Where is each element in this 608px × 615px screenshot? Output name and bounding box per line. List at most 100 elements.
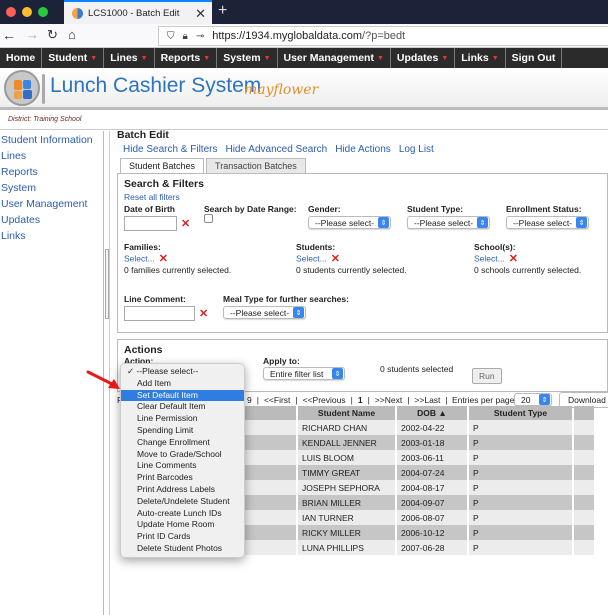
clear-schools-icon[interactable]: ✕ [509, 253, 518, 265]
dob-input[interactable] [124, 216, 177, 231]
extra-cell [574, 420, 594, 435]
sidebar-item-lines[interactable]: Lines [0, 148, 103, 164]
pager: 9 | <<First | <<Previous | 1 | >>Next | >>La… [247, 395, 448, 405]
action-option-spending-limit[interactable]: Spending Limit [121, 425, 244, 437]
students-select-link[interactable]: Select... [296, 253, 327, 263]
url-bar[interactable]: ⛉ 🔒︎ ⊸ https://1934.myglobaldata.com/?p=… [158, 26, 608, 46]
menu-item-user-management[interactable]: User Management ▼ [278, 48, 391, 68]
action-option-add-item[interactable]: Add Item [121, 378, 244, 390]
extra-cell [574, 435, 594, 450]
forward-arrow-icon[interactable]: → [26, 27, 39, 42]
meal-type-label: Meal Type for further searches: [223, 294, 349, 304]
browser-nav-bar: ← → ↻ ⌂ ⛉ 🔒︎ ⊸ https://1934.myglobaldata… [0, 24, 608, 48]
reset-filters-link[interactable]: Reset all filters [124, 192, 180, 202]
menu-item-student[interactable]: Student ▼ [42, 48, 105, 68]
home-icon[interactable]: ⌂ [68, 27, 76, 42]
search-filters-heading: Search & Filters [124, 178, 204, 190]
sidebar-item-student-information[interactable]: Student Information [0, 132, 103, 148]
entries-per-page-label: Entries per page: [452, 395, 517, 405]
menu-item-links[interactable]: Links ▼ [455, 48, 506, 68]
clear-families-icon[interactable]: ✕ [159, 253, 168, 265]
entries-per-page-value: 20 [521, 394, 531, 405]
action-option-delete-student-photos[interactable]: Delete Student Photos [121, 543, 244, 555]
families-status: 0 families currently selected. [124, 265, 232, 275]
action-option-print-barcodes[interactable]: Print Barcodes [121, 472, 244, 484]
action-option-label: Auto-create Lunch IDs [137, 507, 222, 518]
schools-label: School(s): [474, 242, 516, 252]
menu-item-updates[interactable]: Updates ▼ [391, 48, 456, 68]
sidebar-item-reports[interactable]: Reports [0, 164, 103, 180]
hide-search-filters-link[interactable]: Hide Search & Filters [123, 144, 217, 155]
action-option-print-address-labels[interactable]: Print Address Labels [121, 484, 244, 496]
line-comment-input[interactable] [124, 306, 195, 321]
previous-page-link[interactable]: <<Previous [303, 395, 346, 405]
tab-student-batches[interactable]: Student Batches [120, 158, 205, 174]
sidebar-item-system[interactable]: System [0, 180, 103, 196]
action-option-change-enrollment[interactable]: Change Enrollment [121, 437, 244, 449]
meal-type-select[interactable]: --Please select- ⇕ [223, 306, 307, 319]
student-type-select[interactable]: --Please select- ⇕ [407, 216, 491, 229]
menu-item-reports[interactable]: Reports ▼ [155, 48, 218, 68]
student-type-value: --Please select- [414, 217, 474, 228]
action-option-label: Delete Student Photos [137, 542, 223, 553]
action-option-label: Change Enrollment [137, 436, 210, 447]
splitter-grip[interactable] [105, 249, 109, 319]
menu-item-label: Lines [110, 52, 138, 64]
entries-per-page-select[interactable]: 20 ⇕ [514, 393, 552, 406]
menu-item-lines[interactable]: Lines ▼ [104, 48, 155, 68]
student-name-column-header[interactable]: Student Name [298, 406, 395, 420]
student-type-column-header[interactable]: Student Type [469, 406, 572, 420]
action-option-print-id-cards[interactable]: Print ID Cards [121, 531, 244, 543]
menu-item-label: Updates [396, 52, 439, 64]
action-option-clear-default-item[interactable]: Clear Default Item [121, 401, 244, 413]
hide-actions-link[interactable]: Hide Actions [335, 144, 391, 155]
minimize-window-button[interactable] [22, 7, 32, 17]
sidebar-item-user-management[interactable]: User Management [0, 196, 103, 212]
action-option-line-permission[interactable]: Line Permission [121, 413, 244, 425]
last-page-link[interactable]: >>Last [414, 395, 440, 405]
dob-column-header[interactable]: DOB ▲ [397, 406, 467, 420]
run-button[interactable]: Run [472, 368, 502, 384]
action-option-set-default-item[interactable]: Set Default Item [121, 389, 244, 402]
enrollment-status-select[interactable]: --Please select- ⇕ [506, 216, 590, 229]
log-list-link[interactable]: Log List [399, 144, 434, 155]
menu-item-sign-out[interactable]: Sign Out [506, 48, 563, 68]
menu-item-home[interactable]: Home [0, 48, 43, 68]
extra-cell [574, 480, 594, 495]
date-range-checkbox[interactable] [204, 214, 213, 223]
action-option-move-to-grade-school[interactable]: Move to Grade/School [121, 449, 244, 461]
browser-tab[interactable]: LCS1000 - Batch Edit ✕ [64, 0, 212, 24]
apply-to-select[interactable]: Entire filter list ⇕ [263, 367, 345, 380]
new-tab-icon[interactable]: + [218, 2, 227, 20]
hide-advanced-search-link[interactable]: Hide Advanced Search [225, 144, 327, 155]
gender-select[interactable]: --Please select- ⇕ [308, 216, 392, 229]
url-host: https://1934.myglobaldata.com [212, 30, 363, 42]
clear-students-icon[interactable]: ✕ [331, 253, 340, 265]
action-option-auto-create-lunch-ids[interactable]: Auto-create Lunch IDs [121, 508, 244, 520]
maximize-window-button[interactable] [38, 7, 48, 17]
student-type-cell: P [469, 525, 572, 540]
action-option-label: Add Item [137, 377, 172, 388]
first-page-link[interactable]: <<First [264, 395, 290, 405]
sidebar-item-links[interactable]: Links [0, 228, 103, 244]
clear-dob-icon[interactable]: ✕ [181, 218, 190, 230]
clear-line-comment-icon[interactable]: ✕ [199, 308, 208, 320]
action-option-line-comments[interactable]: Line Comments [121, 460, 244, 472]
back-arrow-icon[interactable]: ← [2, 27, 16, 43]
tab-transaction-batches[interactable]: Transaction Batches [206, 158, 306, 174]
next-page-link[interactable]: >>Next [375, 395, 402, 405]
families-select-link[interactable]: Select... [124, 253, 155, 263]
extra-cell [574, 465, 594, 480]
action-option-please-select[interactable]: ✓ --Please select-- [121, 366, 244, 378]
extra-cell [574, 525, 594, 540]
action-option-update-home-room[interactable]: Update Home Room [121, 519, 244, 531]
sidebar-item-updates[interactable]: Updates [0, 212, 103, 228]
close-tab-icon[interactable]: ✕ [195, 6, 206, 22]
actions-heading: Actions [124, 344, 163, 356]
schools-select-link[interactable]: Select... [474, 253, 505, 263]
student-name-cell: LUIS BLOOM [298, 450, 395, 465]
close-window-button[interactable] [6, 7, 16, 17]
reload-icon[interactable]: ↻ [47, 27, 58, 43]
action-option-delete-undelete-student[interactable]: Delete/Undelete Student [121, 496, 244, 508]
menu-item-system[interactable]: System ▼ [217, 48, 278, 68]
